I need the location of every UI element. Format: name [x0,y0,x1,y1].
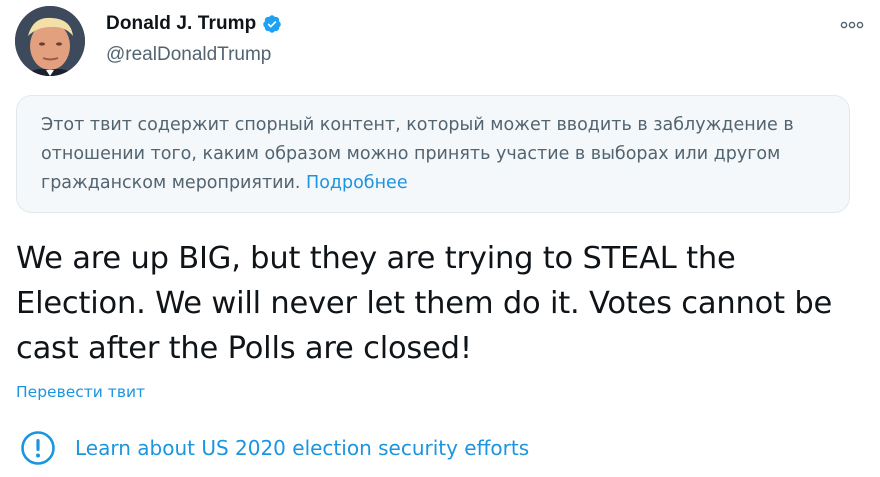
avatar-photo-icon [15,6,85,76]
author-handle[interactable]: @realDonaldTrump [106,44,271,66]
tweet-text: We are up BIG, but they are trying to ST… [16,241,833,366]
election-info-label[interactable]: Learn about US 2020 election security ef… [75,436,529,460]
translate-tweet-link[interactable]: Перевести твит [16,383,145,401]
notice-learn-more-link[interactable]: Подробнее [306,173,408,193]
notice-text: Этот твит содержит спорный контент, кото… [41,115,794,193]
verified-badge-icon [262,14,282,34]
tweet-card: Donald J. Trump @realDonaldTrump Этот тв… [0,0,880,477]
more-options-button[interactable] [838,14,866,36]
display-name[interactable]: Donald J. Trump [106,13,256,35]
more-horizontal-icon [840,21,864,29]
author-name-row[interactable]: Donald J. Trump [106,13,282,35]
election-info-link[interactable]: Learn about US 2020 election security ef… [20,430,529,466]
alert-circle-icon [20,430,56,466]
avatar[interactable] [15,6,85,76]
disputed-content-notice: Этот твит содержит спорный контент, кото… [16,95,850,213]
